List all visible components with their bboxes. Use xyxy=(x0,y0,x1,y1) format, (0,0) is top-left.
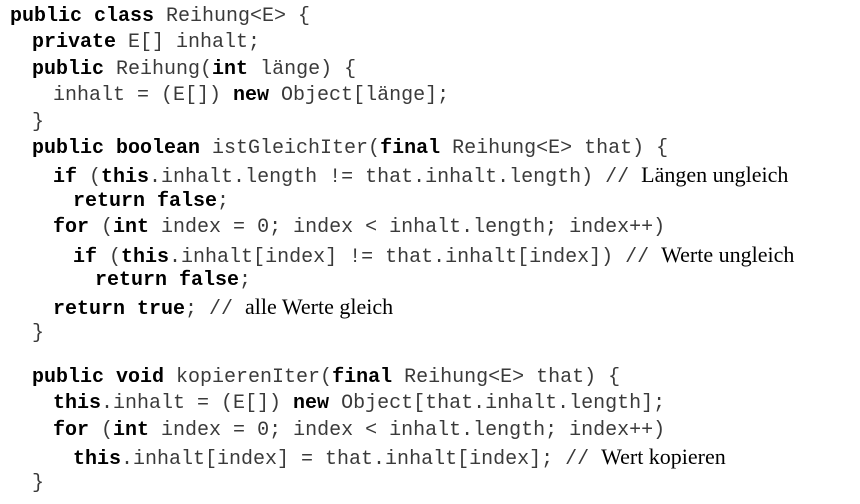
comment-text: Wert kopieren xyxy=(601,444,726,470)
keyword: return false xyxy=(95,268,240,292)
keyword: public class xyxy=(10,5,155,28)
code-text: } xyxy=(32,471,45,495)
code-line: for (int index = 0; index < inhalt.lengt… xyxy=(10,418,855,444)
keyword: if xyxy=(73,245,98,269)
code-text: .inhalt[index] = that.inhalt[index]; // xyxy=(121,448,602,472)
keyword: for xyxy=(53,418,90,442)
code-text: index = 0; index < inhalt.length; index+… xyxy=(149,418,666,442)
comment-text: alle Werte gleich xyxy=(245,294,394,320)
code-listing: public class Reihung<E> {private E[] inh… xyxy=(10,4,855,497)
code-text: länge) { xyxy=(248,57,357,81)
code-text: E[] inhalt; xyxy=(116,31,261,55)
code-line: if (this.inhalt.length != that.inhalt.le… xyxy=(10,162,855,190)
code-text: Reihung<E> that) { xyxy=(440,136,669,160)
keyword: this xyxy=(121,245,170,269)
keyword: public void xyxy=(32,366,165,390)
code-line: public boolean istGleichIter(final Reihu… xyxy=(10,136,855,162)
code-line: public Reihung(int länge) { xyxy=(10,57,855,83)
code-line: for (int index = 0; index < inhalt.lengt… xyxy=(10,215,855,241)
code-text: kopierenIter( xyxy=(164,366,333,390)
keyword: public boolean xyxy=(32,136,201,160)
keyword: if xyxy=(53,166,78,190)
code-line: this.inhalt[index] = that.inhalt[index];… xyxy=(10,444,855,472)
keyword: new xyxy=(293,392,330,416)
code-text: Reihung( xyxy=(104,57,213,81)
code-text: } xyxy=(32,321,45,345)
code-line: } xyxy=(10,110,855,136)
code-line: } xyxy=(10,321,855,347)
comment-text: Längen ungleich xyxy=(641,162,789,188)
keyword: return true xyxy=(53,298,186,322)
code-text: ( xyxy=(89,418,114,442)
code-text: Reihung<E> that) { xyxy=(392,366,621,390)
code-line: inhalt = (E[]) new Object[länge]; xyxy=(10,83,855,109)
keyword: this xyxy=(53,392,102,416)
code-line: return false; xyxy=(10,189,855,215)
keyword: return false xyxy=(73,189,218,213)
keyword: this xyxy=(73,448,122,472)
keyword: private xyxy=(32,31,117,55)
code-text: Reihung<E> { xyxy=(154,5,311,28)
code-text: ; // xyxy=(185,298,246,322)
code-text: ( xyxy=(97,245,122,269)
code-line: if (this.inhalt[index] != that.inhalt[in… xyxy=(10,241,855,269)
code-text: ; xyxy=(239,268,252,292)
code-text: .inhalt = (E[]) xyxy=(101,392,294,416)
code-text: inhalt = (E[]) xyxy=(53,84,234,108)
keyword: this xyxy=(101,166,150,190)
code-text: istGleichIter( xyxy=(200,136,381,160)
keyword: public xyxy=(32,57,105,81)
code-line: return true; // alle Werte gleich xyxy=(10,294,855,322)
code-line: return false; xyxy=(10,268,855,294)
comment-text: Werte ungleich xyxy=(661,241,795,267)
code-line: private E[] inhalt; xyxy=(10,30,855,56)
keyword: for xyxy=(53,216,90,240)
keyword: int xyxy=(113,418,150,442)
code-text: ( xyxy=(89,216,114,240)
keyword: new xyxy=(233,84,270,108)
code-text: } xyxy=(32,110,45,134)
code-text: .inhalt[index] != that.inhalt[index]) // xyxy=(169,245,662,269)
code-text: Object[that.inhalt.length]; xyxy=(329,392,666,416)
code-line: this.inhalt = (E[]) new Object[that.inha… xyxy=(10,391,855,417)
code-text: ( xyxy=(77,166,102,190)
code-line: } xyxy=(10,471,855,497)
code-text: index = 0; index < inhalt.length; index+… xyxy=(149,216,666,240)
code-line: public class Reihung<E> { xyxy=(10,4,855,30)
code-line: public void kopierenIter(final Reihung<E… xyxy=(10,365,855,391)
keyword: final xyxy=(380,136,441,160)
code-text: Object[länge]; xyxy=(269,84,450,108)
code-text: ; xyxy=(217,189,230,213)
keyword: int xyxy=(113,216,150,240)
keyword: int xyxy=(212,57,249,81)
code-text: .inhalt.length != that.inhalt.length) // xyxy=(149,166,642,190)
keyword: final xyxy=(332,366,393,390)
